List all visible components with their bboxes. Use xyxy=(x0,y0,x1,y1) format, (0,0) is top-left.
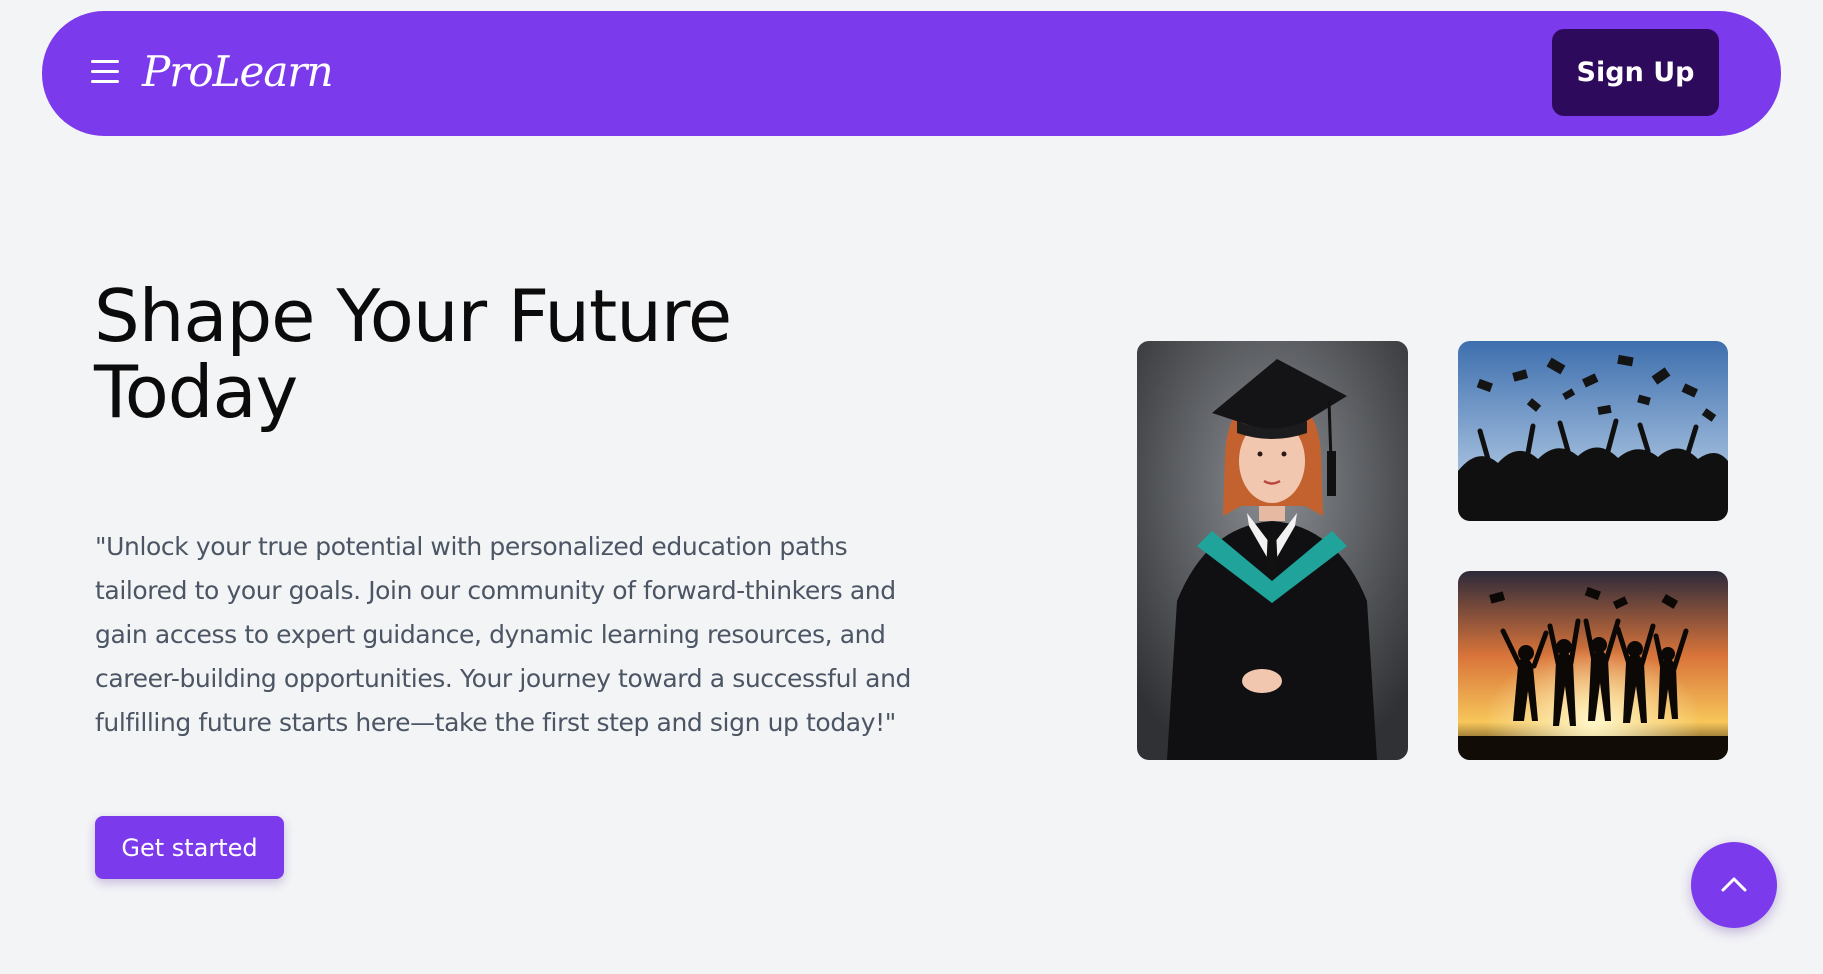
hero-title: Shape Your Future Today xyxy=(94,274,732,434)
navbar: ProLearn Sign Up xyxy=(42,11,1781,136)
graduates-sunset-silhouette-image xyxy=(1458,571,1728,760)
graduate-portrait-image xyxy=(1137,341,1408,760)
get-started-button[interactable]: Get started xyxy=(95,816,284,879)
scroll-to-top-button[interactable] xyxy=(1691,842,1777,928)
logo[interactable]: ProLearn xyxy=(142,51,334,93)
hamburger-menu-icon[interactable] xyxy=(91,58,123,88)
graduation-caps-toss-image xyxy=(1458,341,1728,521)
hero-description: "Unlock your true potential with persona… xyxy=(95,532,911,737)
chevron-up-icon xyxy=(1721,877,1747,892)
signup-button[interactable]: Sign Up xyxy=(1552,29,1719,116)
